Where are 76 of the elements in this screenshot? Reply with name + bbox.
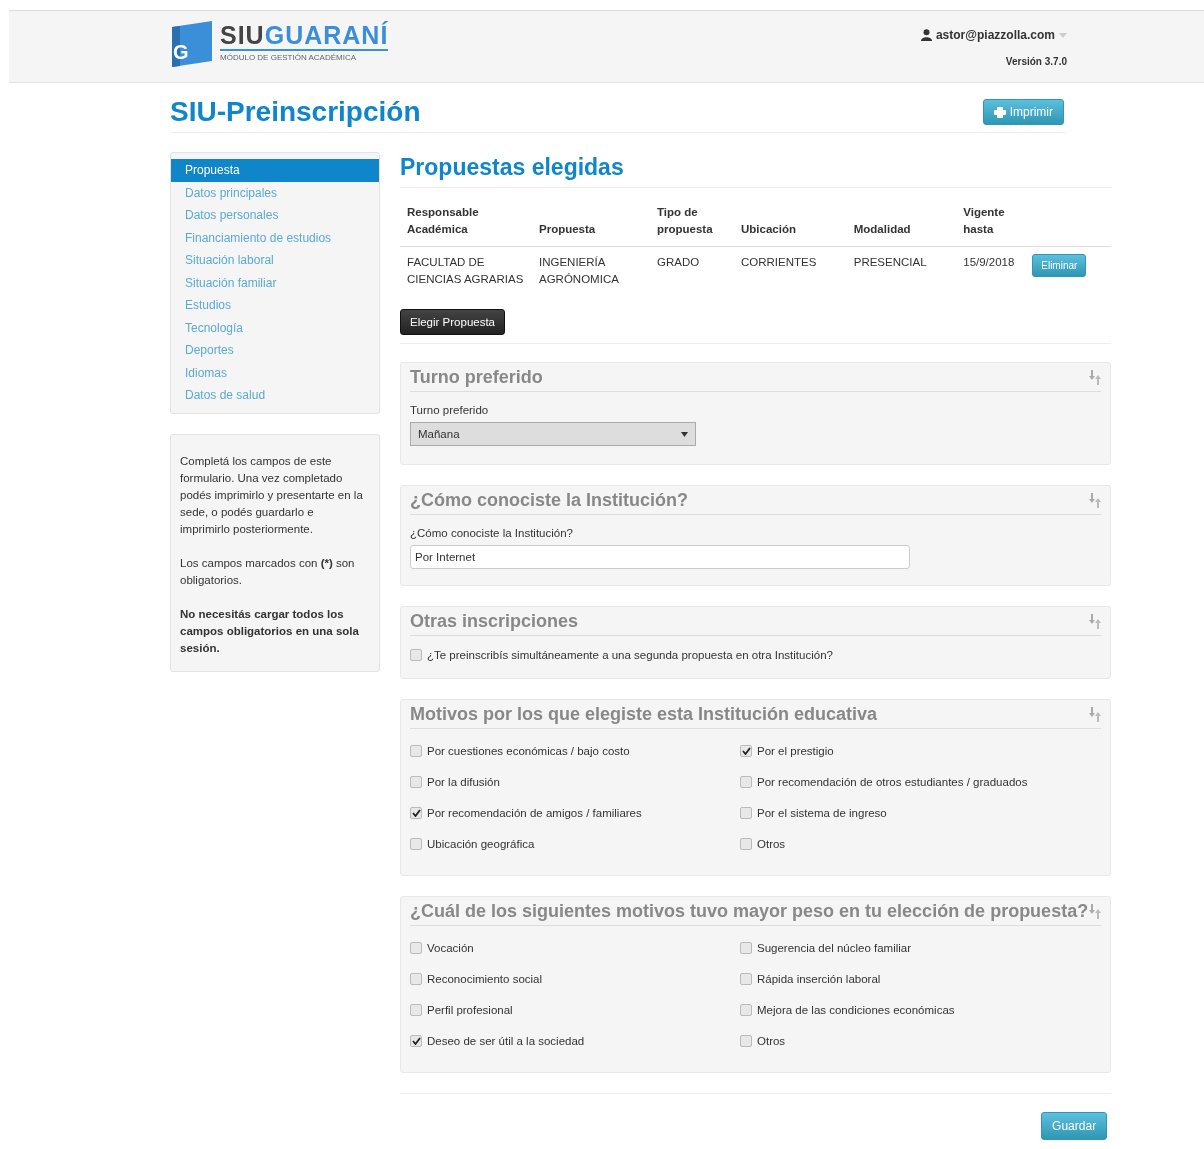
input-field[interactable]: Por Internet [410, 545, 910, 569]
sidebar-item[interactable]: Propuesta [171, 159, 379, 182]
sort-icon[interactable] [1088, 614, 1102, 629]
info-text: Completá los campos de este formulario. Una vez completado podés imprimirlo y presentarte en la sede, o podés guardarlo e imprimirlo posteriormente. [180, 453, 363, 537]
table-cell: PRESENCIAL [853, 256, 927, 268]
column-header: Modalidad [853, 223, 911, 235]
checkbox-label[interactable]: Por cuestiones económicas / bajo costo [427, 744, 630, 757]
field-label: ¿Cómo conociste la Institución? [410, 527, 574, 539]
sort-icon[interactable] [1088, 370, 1102, 385]
column-header: Vigente hasta [963, 206, 1005, 235]
field-label: Turno preferido [410, 404, 490, 416]
checkbox-label[interactable]: Mejora de las condiciones económicas [757, 1003, 955, 1016]
info-text: No necesitás cargar todos los campos obligatorios en una sola sesión. [180, 606, 360, 656]
checkbox[interactable] [740, 1003, 752, 1016]
column-header: Tipo de propuesta [657, 206, 713, 235]
checkbox[interactable] [410, 775, 422, 788]
checkbox[interactable] [410, 1034, 422, 1047]
panel-title: ¿Cómo conociste la Institución? [410, 490, 688, 511]
checkbox[interactable] [740, 941, 752, 954]
column-header: Propuesta [539, 223, 596, 235]
checkbox-label[interactable]: ¿Te preinscribís simultáneamente a una segunda propuesta en otra Institución? [427, 649, 833, 661]
checkbox[interactable] [740, 806, 752, 819]
sort-icon[interactable] [1088, 707, 1102, 722]
checkbox-label[interactable]: Otros [757, 837, 786, 850]
info-text: Los campos marcados con (*) son obligatorios. [180, 555, 356, 588]
caret-icon [681, 431, 688, 437]
column-header: Ubicación [741, 223, 796, 235]
checkbox-label[interactable]: Perfil profesional [427, 1003, 513, 1016]
version-label: Versión 3.7.0 [1005, 56, 1067, 67]
panel-title: Otras inscripciones [410, 611, 579, 632]
panel-title: Motivos por los que elegiste esta Institución educativa [410, 704, 878, 725]
brand-name: SIUGUARANÍ [220, 21, 389, 49]
checkbox[interactable] [410, 972, 422, 985]
checkbox-label[interactable]: Otros [757, 1034, 786, 1047]
section-title: Propuestas elegidas [400, 152, 1112, 188]
logo-icon [170, 21, 214, 67]
table-cell: 15/9/2018 [963, 256, 1015, 268]
caret-icon [1059, 32, 1067, 38]
checkbox-label[interactable]: Reconocimiento social [427, 972, 543, 985]
table-cell: INGENIERÍA AGRÓNOMICA [539, 256, 619, 285]
brand-subtitle: MÓDULO DE GESTIÓN ACADÉMICA [220, 53, 358, 62]
checkbox-label[interactable]: Por recomendación de amigos / familiares [427, 806, 642, 819]
checkbox-label[interactable]: Por el sistema de ingreso [757, 806, 887, 819]
table-cell: FACULTAD DE CIENCIAS AGRARIAS [407, 256, 524, 285]
checkbox[interactable] [410, 941, 422, 954]
page-title: SIU-Preinscripción [170, 96, 421, 128]
checkbox[interactable] [740, 1034, 752, 1047]
checkbox[interactable] [740, 775, 752, 788]
checkbox[interactable] [410, 1003, 422, 1016]
checkbox-label[interactable]: Deseo de ser útil a la sociedad [427, 1034, 585, 1047]
checkbox-label[interactable]: Vocación [427, 941, 474, 954]
user-icon [920, 29, 932, 41]
panel-title: Turno preferido [410, 367, 543, 388]
checkbox[interactable] [740, 837, 752, 850]
checkbox-label[interactable]: Ubicación geográfica [427, 837, 535, 850]
checkbox-label[interactable]: Por el prestigio [757, 744, 834, 757]
checkbox-label[interactable]: Rápida inserción laboral [757, 972, 881, 985]
choose-proposal-button[interactable]: Elegir Propuesta [400, 309, 506, 335]
table-cell: GRADO [657, 256, 700, 268]
checkbox[interactable] [740, 744, 752, 757]
column-header: Responsable Académica [407, 206, 479, 235]
panel-title: ¿Cuál de los siguientes motivos tuvo mayor peso en tu elección de propuesta? [410, 901, 1089, 922]
checkbox-label[interactable]: Por la difusión [427, 775, 500, 788]
checkbox[interactable] [740, 972, 752, 985]
sort-icon[interactable] [1088, 493, 1102, 508]
shift-select[interactable]: Mañana [410, 422, 696, 446]
checkbox-label[interactable]: Sugerencia del núcleo familiar [757, 941, 912, 954]
sort-icon[interactable] [1088, 904, 1102, 919]
checkbox[interactable] [410, 744, 422, 757]
checkbox[interactable] [410, 649, 422, 661]
user-menu[interactable]: astor@piazzolla.com [920, 28, 1067, 42]
checkbox-label[interactable]: Por recomendación de otros estudiantes / graduados [757, 775, 1028, 788]
checkbox[interactable] [410, 837, 422, 850]
table-cell: CORRIENTES [741, 256, 817, 268]
checkbox[interactable] [410, 806, 422, 819]
logo-letter: G [173, 41, 189, 63]
